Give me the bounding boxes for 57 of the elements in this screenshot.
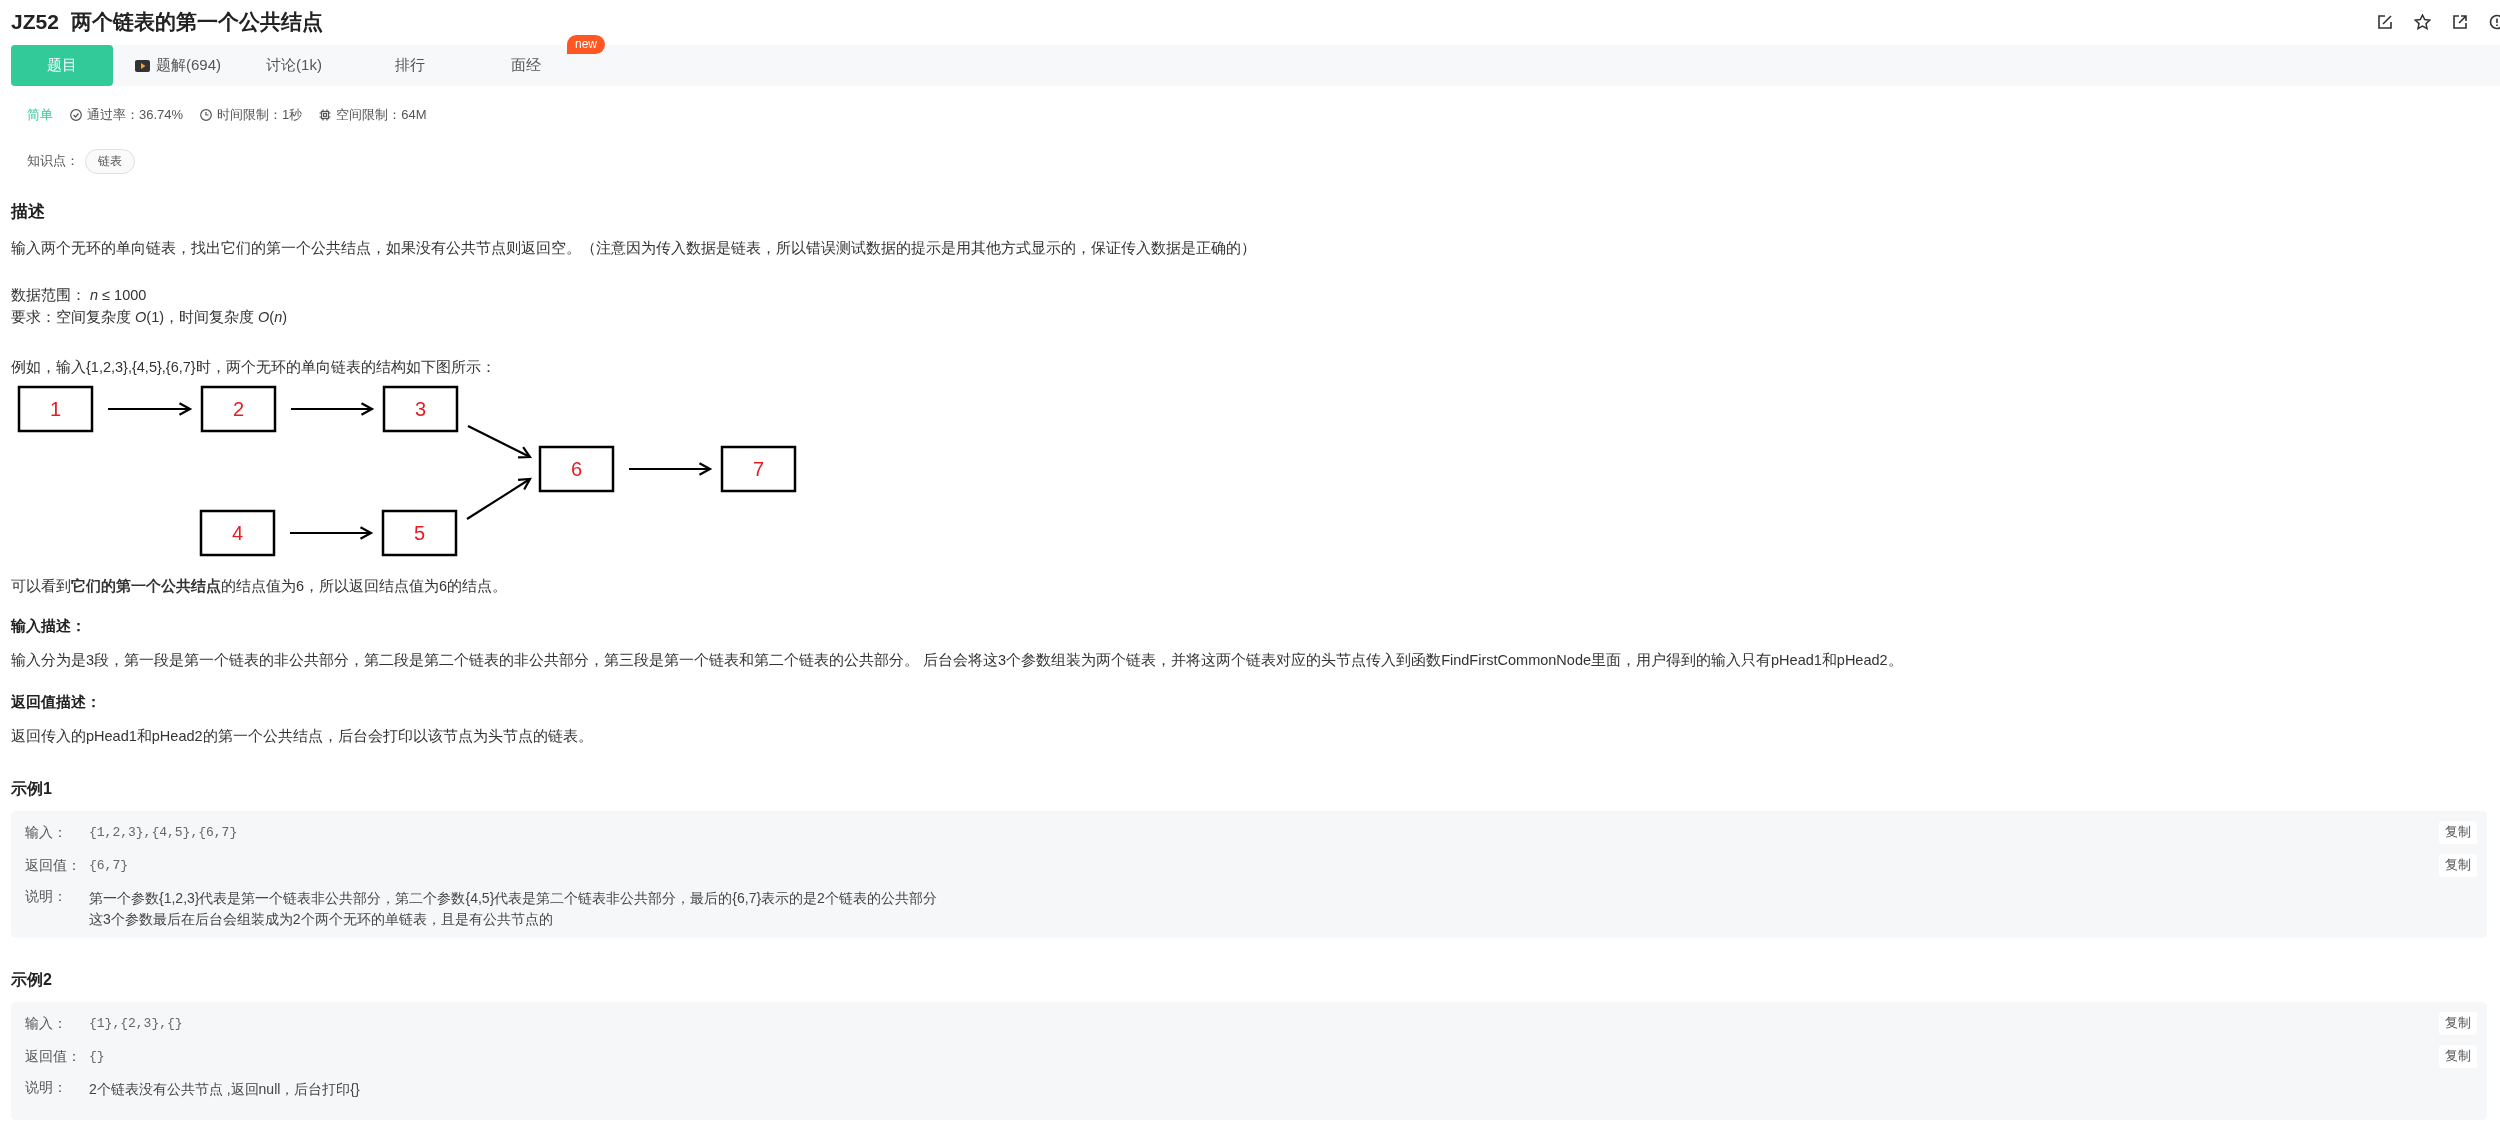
check-circle-icon — [70, 108, 82, 121]
play-icon — [135, 59, 150, 72]
example-text: 例如，输入{1,2,3},{4,5},{6,7}时，两个无环的单向链表的结构如下图所示： — [11, 358, 497, 377]
explanation-text: 这3个参数最后在后台会组装成为2个两个无环的单链表，且是有公共节点的 — [89, 910, 554, 929]
copy-button[interactable]: 复制 — [2439, 821, 2477, 844]
field-label: 返回值： — [25, 856, 82, 875]
tab[interactable]: 排行 — [359, 45, 461, 86]
description-text: 输入两个无环的单向链表，找出它们的第一个公共结点，如果没有公共节点则返回空。（注意因为传入数据是链表，所以错误测试数据的提示是用其他方式显示的，保证传入数据是正确的） — [11, 239, 1257, 258]
star-icon[interactable] — [2414, 14, 2431, 30]
example-value: {6,7} — [89, 858, 129, 873]
conclusion-text: 可以看到它们的第一个公共结点的结点值为6，所以返回结点值为6的结点。 — [11, 577, 509, 596]
example-value: {1},{2,3},{} — [89, 1016, 184, 1031]
edit-icon[interactable] — [2377, 14, 2393, 30]
problem-title: JZ52 两个链表的第一个公共结点 — [11, 9, 324, 35]
explanation-text: 第一个参数{1,2,3}代表是第一个链表非公共部分，第二个参数{4,5}代表是第二个链表非公共部分，最后的{6,7}表示的是2个链表的公共部分 — [89, 889, 938, 908]
return-description-text: 返回传入的pHead1和pHead2的第一个公共结点，后台会打印以该节点为头节点的链表。 — [11, 727, 594, 746]
list-node: 4 — [199, 509, 276, 557]
input-description-text: 输入分为是3段，第一段是第一个链表的非公共部分，第二段是第二个链表的非公共部分，第三段是第一个链表和第二个链表的公共部分。 后台会将这3个参数组装为两个链表，并将这两个链表对应的头节点传入到函数FindFirstCommonNode里面，用户得到的输入只有pHead1和pHead2。 — [11, 651, 1904, 670]
tab[interactable]: 题解(694) — [127, 45, 229, 86]
section-heading: 返回值描述： — [11, 692, 102, 712]
arrow — [466, 477, 532, 520]
requirement-text: 要求：空间复杂度 O(1)，时间复杂度 O(n) — [11, 308, 289, 327]
field-label: 返回值： — [25, 1047, 82, 1066]
share-icon[interactable] — [2452, 14, 2468, 30]
clock-icon — [200, 108, 213, 121]
list-node: 7 — [720, 445, 797, 493]
list-node: 2 — [200, 385, 277, 433]
tag-chip[interactable]: 链表 — [85, 148, 135, 174]
tab[interactable]: 讨论(1k) — [243, 45, 345, 86]
field-label: 说明： — [25, 1079, 68, 1097]
time-limit: 时间限制：1秒 — [217, 105, 303, 124]
list-node: 3 — [382, 385, 459, 433]
section-heading: 描述 — [11, 201, 46, 223]
example-heading: 示例1 — [11, 779, 53, 799]
example-heading: 示例2 — [11, 970, 53, 990]
example-value: {} — [89, 1049, 106, 1064]
list-node: 5 — [381, 509, 458, 557]
section-heading: 输入描述： — [11, 616, 87, 636]
field-label: 输入： — [25, 1014, 68, 1033]
example-value: {1,2,3},{4,5},{6,7} — [89, 825, 239, 840]
field-label: 说明： — [25, 888, 68, 906]
new-badge: new — [567, 35, 605, 54]
field-label: 输入： — [25, 823, 68, 842]
arrow — [467, 425, 533, 459]
list-node: 6 — [538, 445, 615, 493]
list-node: 1 — [17, 385, 94, 433]
info-icon[interactable] — [2489, 14, 2500, 30]
pass-rate: 通过率：36.74% — [87, 105, 184, 124]
copy-button[interactable]: 复制 — [2439, 1045, 2477, 1068]
copy-button[interactable]: 复制 — [2439, 1012, 2477, 1035]
chip-icon — [319, 108, 332, 121]
difficulty-label: 简单 — [27, 105, 53, 124]
data-range-text: 数据范围： n ≤ 1000 — [11, 286, 148, 305]
memory-limit: 空间限制：64M — [336, 105, 427, 124]
knowledge-label: 知识点： — [27, 152, 79, 170]
copy-button[interactable]: 复制 — [2439, 854, 2477, 877]
explanation-text: 2个链表没有公共节点 ,返回null，后台打印{} — [89, 1080, 361, 1099]
